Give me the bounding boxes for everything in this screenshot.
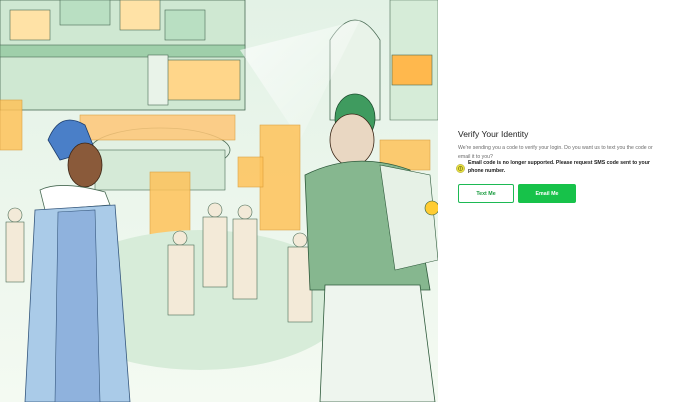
verify-title: Verify Your Identity (458, 129, 529, 139)
email-me-button[interactable]: Email Me (518, 184, 576, 203)
notice-text: Email code is no longer supported. Pleas… (468, 160, 650, 174)
text-me-button[interactable]: Text Me (458, 184, 514, 203)
email-unsupported-notice: Email code is no longer supported. Pleas… (456, 160, 661, 175)
hero-illustration (0, 0, 438, 402)
verify-description: We're sending you a code to verify your … (458, 145, 653, 160)
verify-identity-panel: Verify Your Identity We're sending you a… (438, 0, 679, 402)
warning-circle-icon (456, 160, 465, 173)
